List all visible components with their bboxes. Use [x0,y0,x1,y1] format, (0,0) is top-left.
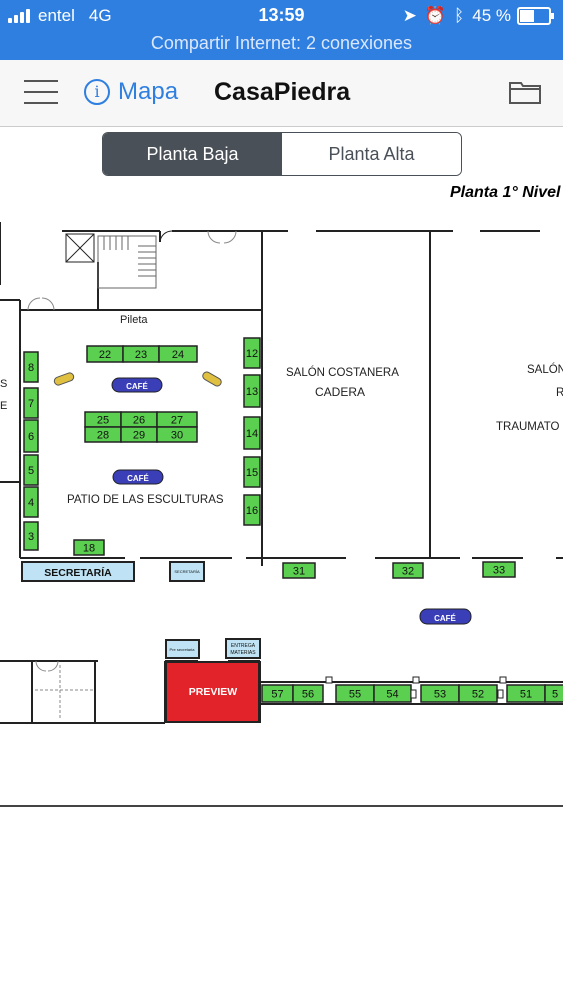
booth-label-57: 57 [271,689,283,701]
salon-right-label: SALÓN [527,363,563,376]
booth-label-15: 15 [246,467,258,479]
status-right: ➤ ⏰ ᛒ 45 % [402,6,554,26]
info-icon: i [84,79,110,105]
secretaria-small-label: SECRETARÍA [174,569,200,574]
salon-costanera-label: SALÓN COSTANERA [286,366,399,379]
booth-label-28: 28 [97,430,109,442]
traumato-label: TRAUMATO [496,421,560,433]
map-bottom-divider [0,805,563,807]
alarm-icon: ⏰ [424,6,447,25]
map-info-button[interactable]: i Mapa [84,78,178,106]
status-bar: entel 4G 13:59 ➤ ⏰ ᛒ 45 % Compartir Inte… [0,0,563,60]
booth-label-25: 25 [97,415,109,427]
booth-label-14: 14 [246,428,258,440]
floor-selector: Planta Baja Planta Alta [102,132,462,176]
booth-label-5: 5 [552,689,558,701]
booth-label-32: 32 [402,566,414,578]
nav-bar: i Mapa CasaPiedra [0,60,563,127]
pre-secretaria-label: Pre secretaria [170,647,196,652]
booth-label-55: 55 [349,689,361,701]
tab-planta-baja[interactable]: Planta Baja [103,133,282,175]
booth-label-53: 53 [434,689,446,701]
booth-label-5: 5 [28,465,34,477]
booth-label-12: 12 [246,348,258,360]
cafe-label-3: CAFÉ [434,614,456,623]
booth-label-56: 56 [302,689,314,701]
left-label-s: S [0,378,7,390]
tab-planta-alta[interactable]: Planta Alta [282,133,461,175]
booth-label-54: 54 [386,689,398,701]
walls [0,222,563,724]
stairs [65,233,157,289]
booth-label-13: 13 [246,386,258,398]
booth-label-24: 24 [172,349,184,361]
left-label-e: E [0,400,7,412]
menu-icon[interactable] [24,80,58,104]
salon-right-r: R [556,387,563,399]
booth-label-30: 30 [171,430,183,442]
cafe-label-2: CAFÉ [127,474,149,483]
patio-label: PATIO DE LAS ESCULTURAS [67,494,224,506]
booth-label-51: 51 [520,689,532,701]
bluetooth-icon: ᛒ [454,6,465,25]
battery-icon [517,7,554,25]
cafe-label-1: CAFÉ [126,382,148,391]
booth-label-23: 23 [135,349,147,361]
pileta-label: Pileta [120,314,148,326]
preview-label: PREVIEW [189,686,238,698]
booth-label-3: 3 [28,531,34,543]
booth-label-33: 33 [493,565,505,577]
location-icon: ➤ [402,6,417,25]
booth-label-22: 22 [99,349,111,361]
secretaria-label: SECRETARÍA [44,566,112,579]
hotspot-banner[interactable]: Compartir Internet: 2 conexiones [0,33,563,54]
map-label: Mapa [118,78,179,105]
floor-plan-map[interactable]: Pileta PATIO DE LAS ESCULTURAS SALÓN COS… [0,180,563,800]
entrega-label: ENTREGA [231,643,256,649]
folder-icon[interactable] [509,80,541,104]
booths-layer: 22 23 2425 26 2728 29 3012131415168765431831 32… [23,337,563,703]
booth-label-31: 31 [293,566,305,578]
booth-label-26: 26 [133,415,145,427]
booth-label-18: 18 [83,543,95,555]
booth-label-16: 16 [246,505,258,517]
booth-label-7: 7 [28,398,34,410]
booth-label-6: 6 [28,431,34,443]
booth-label-29: 29 [133,430,145,442]
booth-label-8: 8 [28,362,34,374]
booth-label-4: 4 [28,497,34,509]
booth-label-27: 27 [171,415,183,427]
materias-label: MATERIAS [230,650,256,656]
cadera-label: CADERA [315,385,365,399]
page-title: CasaPiedra [214,78,351,106]
booth-label-52: 52 [472,689,484,701]
battery-percent: 45 % [472,6,511,25]
